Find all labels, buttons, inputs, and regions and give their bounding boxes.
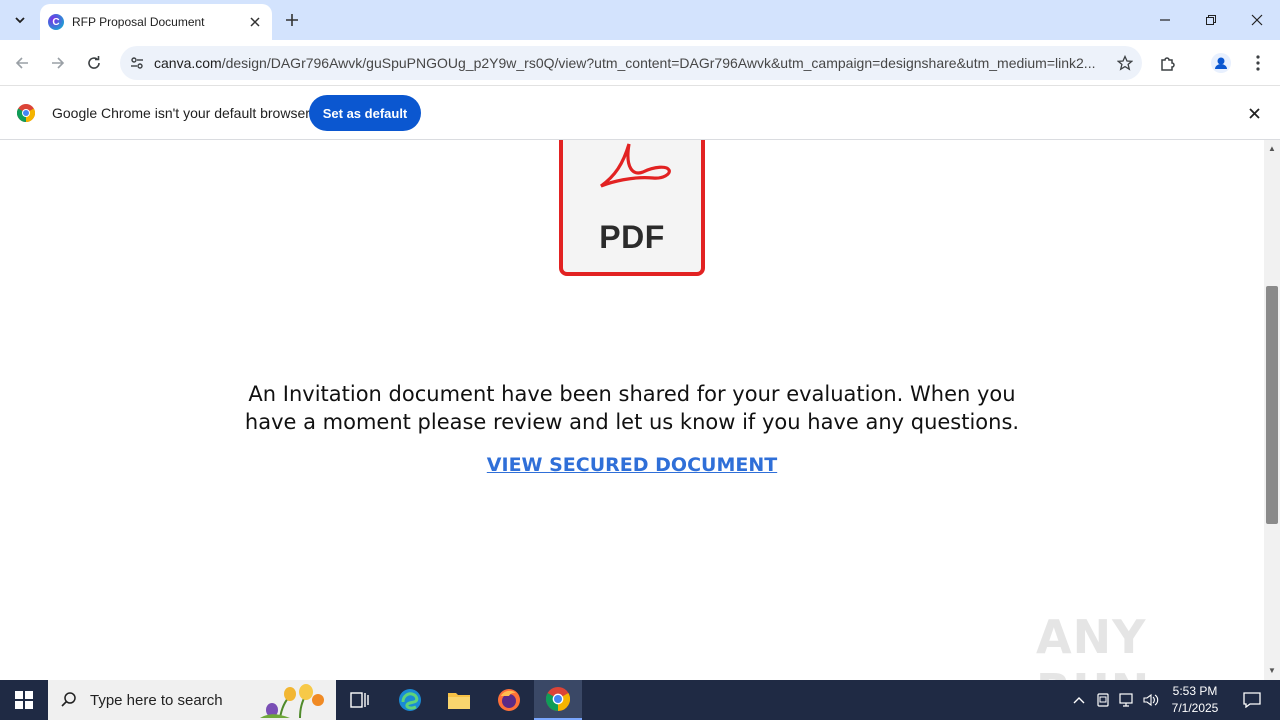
tab-close-button[interactable] xyxy=(246,13,264,31)
file-explorer-taskbar-button[interactable] xyxy=(435,680,483,720)
tab-strip: C RFP Proposal Document xyxy=(0,0,1280,40)
speaker-icon xyxy=(1143,693,1159,707)
url-domain: canva.com xyxy=(154,55,222,71)
restore-button[interactable] xyxy=(1188,0,1234,40)
windows-logo-icon xyxy=(15,691,33,709)
notification-center-button[interactable] xyxy=(1232,680,1272,720)
close-icon xyxy=(1251,14,1263,26)
device-icon xyxy=(1097,693,1109,707)
search-placeholder: Type here to search xyxy=(90,691,223,709)
start-button[interactable] xyxy=(0,680,48,720)
extensions-button[interactable] xyxy=(1152,47,1184,79)
search-icon xyxy=(61,692,76,707)
profile-button[interactable] xyxy=(1205,47,1237,79)
search-highlight-flowers-icon xyxy=(260,684,324,718)
notification-icon xyxy=(1243,692,1261,708)
anyrun-watermark: ANY RUN xyxy=(1036,610,1149,680)
folder-icon xyxy=(448,693,470,709)
avatar-icon xyxy=(1211,53,1231,73)
taskbar-search-box[interactable]: Type here to search xyxy=(48,680,336,720)
infobar-message: Google Chrome isn't your default browser xyxy=(52,105,310,121)
tab-search-button[interactable] xyxy=(6,6,34,34)
tray-device-button[interactable] xyxy=(1092,680,1114,720)
firefox-taskbar-button[interactable] xyxy=(485,680,533,720)
edge-icon xyxy=(399,689,421,711)
edge-taskbar-button[interactable] xyxy=(386,680,434,720)
network-icon xyxy=(1119,693,1133,707)
taskbar-clock[interactable]: 5:53 PM 7/1/2025 xyxy=(1160,683,1230,717)
scroll-thumb[interactable] xyxy=(1266,286,1278,524)
url-text[interactable]: canva.com/design/DAGr796Awvk/guSpuPNGOUg… xyxy=(154,55,1108,71)
set-as-default-button[interactable]: Set as default xyxy=(309,95,421,131)
pdf-document-icon: PDF xyxy=(559,140,705,276)
tab-title: RFP Proposal Document xyxy=(72,15,205,29)
plus-icon xyxy=(286,14,298,26)
windows-taskbar: Type here to search 5:53 PM 7/1/2025 xyxy=(0,680,1280,720)
tray-overflow-button[interactable] xyxy=(1068,680,1090,720)
arrow-left-icon xyxy=(15,57,28,69)
new-tab-button[interactable] xyxy=(280,8,304,32)
bookmark-star-icon[interactable] xyxy=(1108,46,1142,80)
infobar-close-button[interactable] xyxy=(1242,101,1266,125)
restore-icon xyxy=(1206,15,1216,25)
chevron-down-icon xyxy=(15,17,25,24)
scroll-down-arrow-icon[interactable]: ▼ xyxy=(1264,664,1280,676)
puzzle-icon xyxy=(1161,57,1175,71)
address-bar[interactable]: canva.com/design/DAGr796Awvk/guSpuPNGOUg… xyxy=(120,46,1142,80)
scroll-up-arrow-icon[interactable]: ▲ xyxy=(1264,142,1280,154)
chrome-icon xyxy=(546,687,570,711)
firefox-icon xyxy=(498,689,520,711)
menu-button[interactable] xyxy=(1242,47,1274,79)
browser-toolbar: canva.com/design/DAGr796Awvk/guSpuPNGOUg… xyxy=(0,40,1280,86)
view-secured-document-link[interactable]: VIEW SECURED DOCUMENT xyxy=(0,454,1264,476)
url-path: /design/DAGr796Awvk/guSpuPNGOUg_p2Y9w_rs… xyxy=(221,55,1096,71)
close-icon xyxy=(250,17,260,27)
site-info-icon[interactable] xyxy=(120,46,154,80)
chrome-taskbar-button[interactable] xyxy=(534,680,582,720)
acrobat-logo-icon xyxy=(600,143,671,188)
clock-time: 5:53 PM xyxy=(1172,684,1218,698)
reload-icon xyxy=(88,56,100,69)
kebab-menu-icon xyxy=(1256,55,1260,71)
close-window-button[interactable] xyxy=(1234,0,1280,40)
tray-volume-button[interactable] xyxy=(1140,680,1162,720)
task-view-icon xyxy=(350,692,369,708)
canva-favicon-icon: C xyxy=(48,14,64,30)
arrow-right-icon xyxy=(52,57,65,69)
close-icon xyxy=(1248,107,1260,119)
tab-rfp-proposal[interactable]: C RFP Proposal Document xyxy=(40,4,272,40)
minimize-button[interactable] xyxy=(1142,0,1188,40)
clock-date: 7/1/2025 xyxy=(1171,701,1219,715)
page-content: PDF An Invitation document have been sha… xyxy=(0,140,1264,680)
tray-network-button[interactable] xyxy=(1116,680,1138,720)
vertical-scrollbar[interactable]: ▲ ▼ xyxy=(1264,140,1280,680)
task-view-button[interactable] xyxy=(336,680,384,720)
invitation-message: An Invitation document have been shared … xyxy=(244,382,1020,434)
chevron-up-icon xyxy=(1073,697,1085,704)
reload-button[interactable] xyxy=(78,47,110,79)
back-button[interactable] xyxy=(6,47,38,79)
pdf-label: PDF xyxy=(599,219,665,255)
minimize-icon xyxy=(1160,19,1170,21)
chrome-logo-icon xyxy=(17,104,35,122)
forward-button[interactable] xyxy=(42,47,74,79)
default-browser-infobar: Google Chrome isn't your default browser… xyxy=(0,86,1280,140)
